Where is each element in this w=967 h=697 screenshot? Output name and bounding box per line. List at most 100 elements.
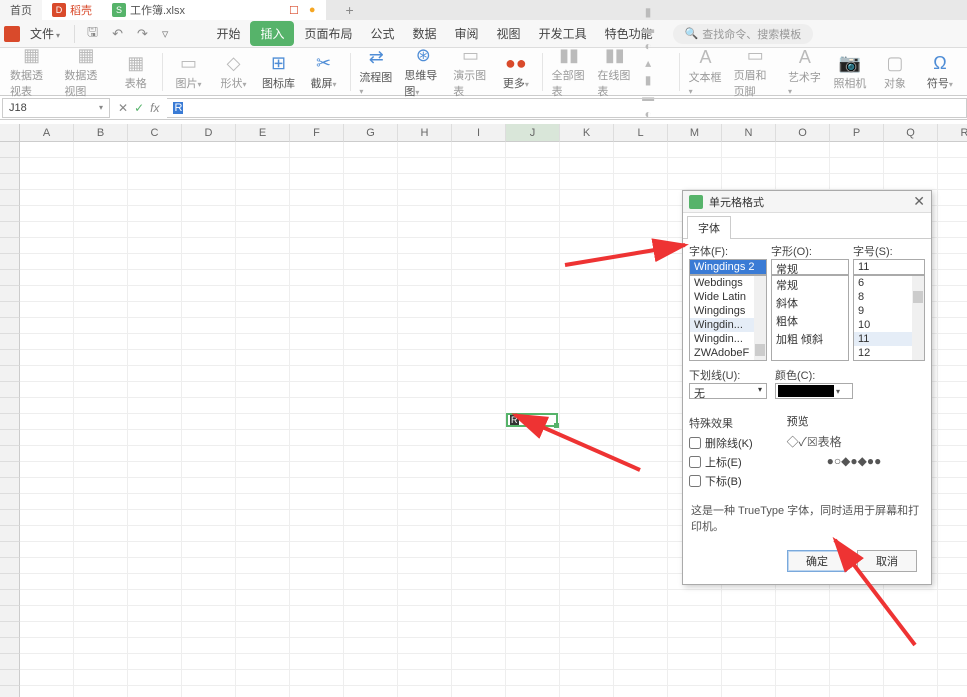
- cell[interactable]: [560, 222, 614, 238]
- cell[interactable]: [506, 574, 560, 590]
- cell[interactable]: [506, 222, 560, 238]
- cell[interactable]: [20, 382, 74, 398]
- chart4-icon[interactable]: ▴: [639, 56, 657, 70]
- cell[interactable]: [722, 158, 776, 174]
- cell[interactable]: [182, 494, 236, 510]
- cell[interactable]: [74, 590, 128, 606]
- cell[interactable]: [938, 542, 967, 558]
- cell[interactable]: [290, 398, 344, 414]
- col-header-P[interactable]: P: [830, 124, 884, 142]
- cell[interactable]: [20, 558, 74, 574]
- cell[interactable]: [182, 318, 236, 334]
- cell[interactable]: [236, 254, 290, 270]
- cell[interactable]: [614, 158, 668, 174]
- cell[interactable]: [128, 318, 182, 334]
- cell[interactable]: [128, 494, 182, 510]
- cell[interactable]: [182, 302, 236, 318]
- cell[interactable]: [614, 286, 668, 302]
- cell[interactable]: [668, 174, 722, 190]
- col-header-N[interactable]: N: [722, 124, 776, 142]
- cell[interactable]: [182, 158, 236, 174]
- cell[interactable]: [290, 206, 344, 222]
- cell[interactable]: [398, 398, 452, 414]
- cell[interactable]: [938, 206, 967, 222]
- icon-lib-button[interactable]: ⊞图标库: [258, 51, 300, 93]
- cell[interactable]: [128, 542, 182, 558]
- cell[interactable]: [938, 526, 967, 542]
- cell[interactable]: [344, 254, 398, 270]
- cell[interactable]: [614, 414, 668, 430]
- cell[interactable]: [452, 446, 506, 462]
- save-icon[interactable]: 🖫: [81, 23, 104, 45]
- cell[interactable]: [938, 190, 967, 206]
- cell[interactable]: [236, 446, 290, 462]
- cell[interactable]: [452, 350, 506, 366]
- cell[interactable]: [884, 622, 938, 638]
- cell[interactable]: [722, 686, 776, 697]
- cell[interactable]: [182, 190, 236, 206]
- cell[interactable]: [290, 366, 344, 382]
- cell[interactable]: [74, 270, 128, 286]
- cell[interactable]: [560, 654, 614, 670]
- cell[interactable]: [74, 526, 128, 542]
- cell[interactable]: [938, 606, 967, 622]
- cell[interactable]: [74, 686, 128, 697]
- name-box[interactable]: J18▾: [2, 98, 110, 118]
- cell[interactable]: [452, 158, 506, 174]
- cell[interactable]: [614, 574, 668, 590]
- cell[interactable]: [344, 414, 398, 430]
- cell[interactable]: [20, 286, 74, 302]
- cell[interactable]: [452, 606, 506, 622]
- cell[interactable]: [614, 430, 668, 446]
- cell[interactable]: [398, 238, 452, 254]
- presentation-button[interactable]: ▭演示图表: [449, 43, 492, 101]
- cell[interactable]: [74, 670, 128, 686]
- cell[interactable]: [236, 286, 290, 302]
- cell[interactable]: [506, 254, 560, 270]
- cell[interactable]: [776, 174, 830, 190]
- redo-icon[interactable]: ↷: [131, 26, 154, 42]
- size-list[interactable]: 6 8 9 10 11 12: [853, 275, 925, 361]
- cell[interactable]: [74, 222, 128, 238]
- cell[interactable]: [560, 462, 614, 478]
- cell[interactable]: [452, 590, 506, 606]
- cell[interactable]: [182, 590, 236, 606]
- cell[interactable]: [128, 446, 182, 462]
- cell[interactable]: [938, 334, 967, 350]
- cell[interactable]: [452, 398, 506, 414]
- row-header[interactable]: [0, 174, 20, 190]
- cell[interactable]: [614, 302, 668, 318]
- cell[interactable]: [668, 606, 722, 622]
- cell[interactable]: [938, 686, 967, 697]
- cell[interactable]: [182, 622, 236, 638]
- cell[interactable]: [506, 510, 560, 526]
- cell[interactable]: [290, 510, 344, 526]
- cell[interactable]: [20, 622, 74, 638]
- cell[interactable]: [182, 142, 236, 158]
- col-header-O[interactable]: O: [776, 124, 830, 142]
- tab-file[interactable]: S 工作簿.xlsx ☐ ●: [102, 0, 326, 20]
- list-item[interactable]: 粗体: [772, 312, 848, 330]
- row-header[interactable]: [0, 654, 20, 670]
- row-header[interactable]: [0, 398, 20, 414]
- cell[interactable]: [182, 206, 236, 222]
- cell[interactable]: [884, 638, 938, 654]
- cell[interactable]: [344, 478, 398, 494]
- cell[interactable]: [560, 494, 614, 510]
- row-header[interactable]: [0, 142, 20, 158]
- cell[interactable]: [20, 542, 74, 558]
- cell[interactable]: [452, 654, 506, 670]
- cell[interactable]: [182, 686, 236, 697]
- cell[interactable]: [344, 654, 398, 670]
- cell[interactable]: [344, 430, 398, 446]
- cell[interactable]: [290, 686, 344, 697]
- cell[interactable]: [182, 526, 236, 542]
- row-header[interactable]: [0, 222, 20, 238]
- cell[interactable]: [182, 350, 236, 366]
- cell[interactable]: [128, 686, 182, 697]
- cell[interactable]: [236, 190, 290, 206]
- underline-select[interactable]: 无▾: [689, 383, 767, 399]
- cell[interactable]: [506, 638, 560, 654]
- cell[interactable]: [182, 478, 236, 494]
- col-header-E[interactable]: E: [236, 124, 290, 142]
